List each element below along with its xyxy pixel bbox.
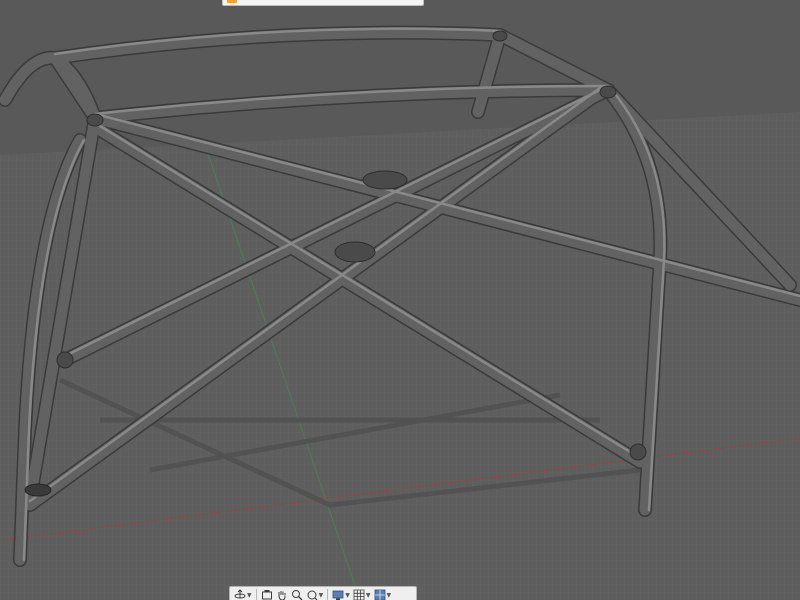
look-at-icon (261, 590, 272, 600)
toolbar-divider (255, 589, 257, 600)
orbit-dropdown-icon[interactable]: ▼ (247, 592, 252, 599)
viewports-dropdown-icon[interactable]: ▼ (387, 592, 392, 599)
fit-dropdown-icon[interactable]: ▼ (319, 592, 324, 599)
display-settings-icon (332, 590, 344, 600)
top-view-widget[interactable] (222, 0, 424, 6)
look-at-button[interactable] (260, 587, 274, 600)
grid-settings-icon (353, 589, 365, 600)
fit-button[interactable]: ▼ (305, 587, 325, 600)
zoom-icon (291, 590, 303, 600)
pan-hand-icon (278, 591, 286, 600)
fit-icon (307, 590, 318, 600)
viewports-icon (374, 589, 385, 600)
grid-dropdown-icon[interactable]: ▼ (366, 592, 371, 599)
3d-viewport[interactable]: ▼ ▼ ▼ ▼ ▼ (0, 0, 800, 600)
pan-button[interactable] (275, 587, 289, 600)
view-widget-accent (227, 0, 237, 3)
orbit-icon (234, 589, 246, 599)
toolbar-divider (327, 589, 329, 600)
viewport-canvas[interactable] (0, 0, 800, 600)
display-settings-button[interactable]: ▼ (331, 587, 351, 600)
grid-settings-button[interactable]: ▼ (352, 587, 372, 600)
zoom-button[interactable] (290, 587, 304, 600)
orbit-button[interactable]: ▼ (233, 587, 253, 600)
display-dropdown-icon[interactable]: ▼ (345, 592, 350, 599)
viewports-button[interactable]: ▼ (373, 587, 393, 600)
navigation-toolbar: ▼ ▼ ▼ ▼ ▼ (229, 586, 417, 600)
